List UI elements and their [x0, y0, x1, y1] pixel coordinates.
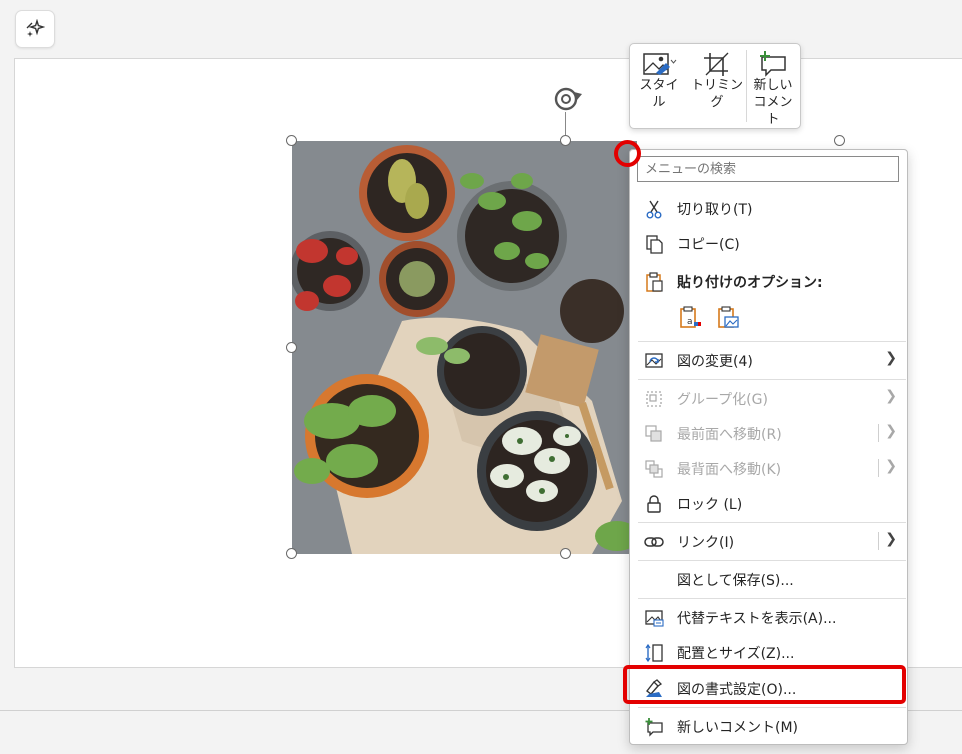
chevron-right-icon: ❯ — [885, 350, 897, 366]
menu-separator — [638, 598, 906, 599]
menu-item-new-comment[interactable]: 新しいコメント(M) — [630, 709, 907, 743]
photo-illustration — [292, 141, 637, 554]
split-divider — [878, 532, 879, 550]
paste-as-picture-button[interactable] — [716, 306, 740, 330]
chevron-right-icon: ❯ — [885, 458, 897, 474]
link-icon — [644, 537, 664, 547]
menu-item-label: 切り取り(T) — [677, 202, 753, 218]
split-divider — [878, 459, 879, 477]
menu-separator — [638, 341, 906, 342]
menu-item-label: 配置とサイズ(Z)... — [677, 646, 795, 662]
menu-item-label: コピー(C) — [677, 237, 740, 253]
menu-item-label: 新しいコメント(M) — [677, 720, 799, 736]
paste-picture-icon — [718, 306, 739, 328]
scissors-icon — [646, 200, 662, 219]
menu-item-label: 最前面へ移動(R) — [677, 427, 782, 443]
resize-handle-top-right[interactable] — [834, 135, 845, 146]
menu-item-label: 図として保存(S)... — [677, 573, 794, 589]
alt-text-icon — [645, 610, 664, 627]
menu-item-label: 貼り付けのオプション: — [677, 272, 823, 292]
menu-separator — [638, 522, 906, 523]
paste-options-heading: 貼り付けのオプション: — [677, 275, 823, 291]
menu-item-send-to-back[interactable]: 最背面へ移動(K) ❯ — [630, 451, 907, 485]
new-comment-button[interactable]: 新しいコメント — [747, 44, 799, 128]
trim-label: トリミング — [690, 78, 743, 110]
menu-item-link[interactable]: リンク(I) ❯ — [630, 524, 907, 558]
picture-style-icon — [643, 53, 677, 75]
resize-handle-bottom-left[interactable] — [286, 548, 297, 559]
menu-item-lock[interactable]: ロック (L) — [630, 486, 907, 520]
svg-text:a: a — [687, 317, 693, 327]
menu-separator — [638, 379, 906, 380]
paste-icon — [646, 272, 663, 292]
chevron-right-icon: ❯ — [885, 423, 897, 439]
copy-icon — [646, 235, 663, 254]
crop-icon — [704, 52, 729, 76]
size-position-icon — [645, 643, 663, 663]
menu-separator — [638, 560, 906, 561]
group-icon — [646, 391, 662, 407]
change-picture-icon — [645, 353, 663, 368]
menu-item-bring-to-front[interactable]: 最前面へ移動(R) ❯ — [630, 416, 907, 450]
highlight-circle — [614, 140, 641, 167]
resize-handle-left[interactable] — [286, 342, 297, 353]
bring-to-front-icon — [645, 425, 662, 442]
menu-item-group[interactable]: グループ化(G) ❯ — [630, 381, 907, 415]
style-button[interactable]: スタイル — [630, 44, 688, 128]
paste-keep-text-button[interactable]: a — [678, 306, 702, 330]
new-comment-icon — [645, 718, 663, 737]
menu-item-save-as-picture[interactable]: 図として保存(S)... — [630, 562, 907, 596]
highlight-box — [623, 665, 906, 704]
plants-photo[interactable] — [292, 141, 637, 554]
mini-toolbar: スタイル トリミング 新しいコメント — [629, 43, 801, 129]
resize-handle-top[interactable] — [560, 135, 571, 146]
send-to-back-icon — [645, 460, 663, 478]
menu-item-copy[interactable]: コピー(C) — [630, 226, 907, 260]
menu-item-label: リンク(I) — [677, 535, 735, 551]
menu-item-label: グループ化(G) — [677, 392, 768, 408]
menu-item-paste-options: 貼り付けのオプション: — [630, 264, 907, 298]
paste-text-icon: a — [680, 306, 701, 328]
style-label: スタイル — [639, 78, 679, 110]
menu-item-change-picture[interactable]: 図の変更(4) ❯ — [630, 343, 907, 377]
new-comment-label: 新しいコメント — [753, 78, 793, 127]
copilot-button[interactable] — [15, 10, 55, 48]
trim-button[interactable]: トリミング — [688, 44, 746, 128]
lock-icon — [647, 495, 661, 513]
menu-search-input[interactable] — [637, 156, 899, 182]
menu-item-label: 代替テキストを表示(A)... — [677, 611, 837, 627]
sparkle-icon — [26, 19, 45, 37]
menu-item-label: 最背面へ移動(K) — [677, 462, 782, 478]
new-comment-icon — [760, 51, 786, 77]
rotate-handle-icon[interactable] — [552, 84, 584, 114]
context-menu: 切り取り(T) コピー(C) 貼り付けのオプション: a — [629, 149, 908, 745]
resize-handle-top-left[interactable] — [286, 135, 297, 146]
menu-separator — [638, 707, 906, 708]
menu-item-label: ロック (L) — [677, 497, 743, 513]
menu-item-label: 図の変更(4) — [677, 354, 753, 370]
menu-item-alt-text[interactable]: 代替テキストを表示(A)... — [630, 600, 907, 634]
resize-handle-bottom[interactable] — [560, 548, 571, 559]
menu-item-size-position[interactable]: 配置とサイズ(Z)... — [630, 635, 907, 669]
split-divider — [878, 424, 879, 442]
menu-item-cut[interactable]: 切り取り(T) — [630, 191, 907, 225]
chevron-right-icon: ❯ — [885, 531, 897, 547]
chevron-right-icon: ❯ — [885, 388, 897, 404]
